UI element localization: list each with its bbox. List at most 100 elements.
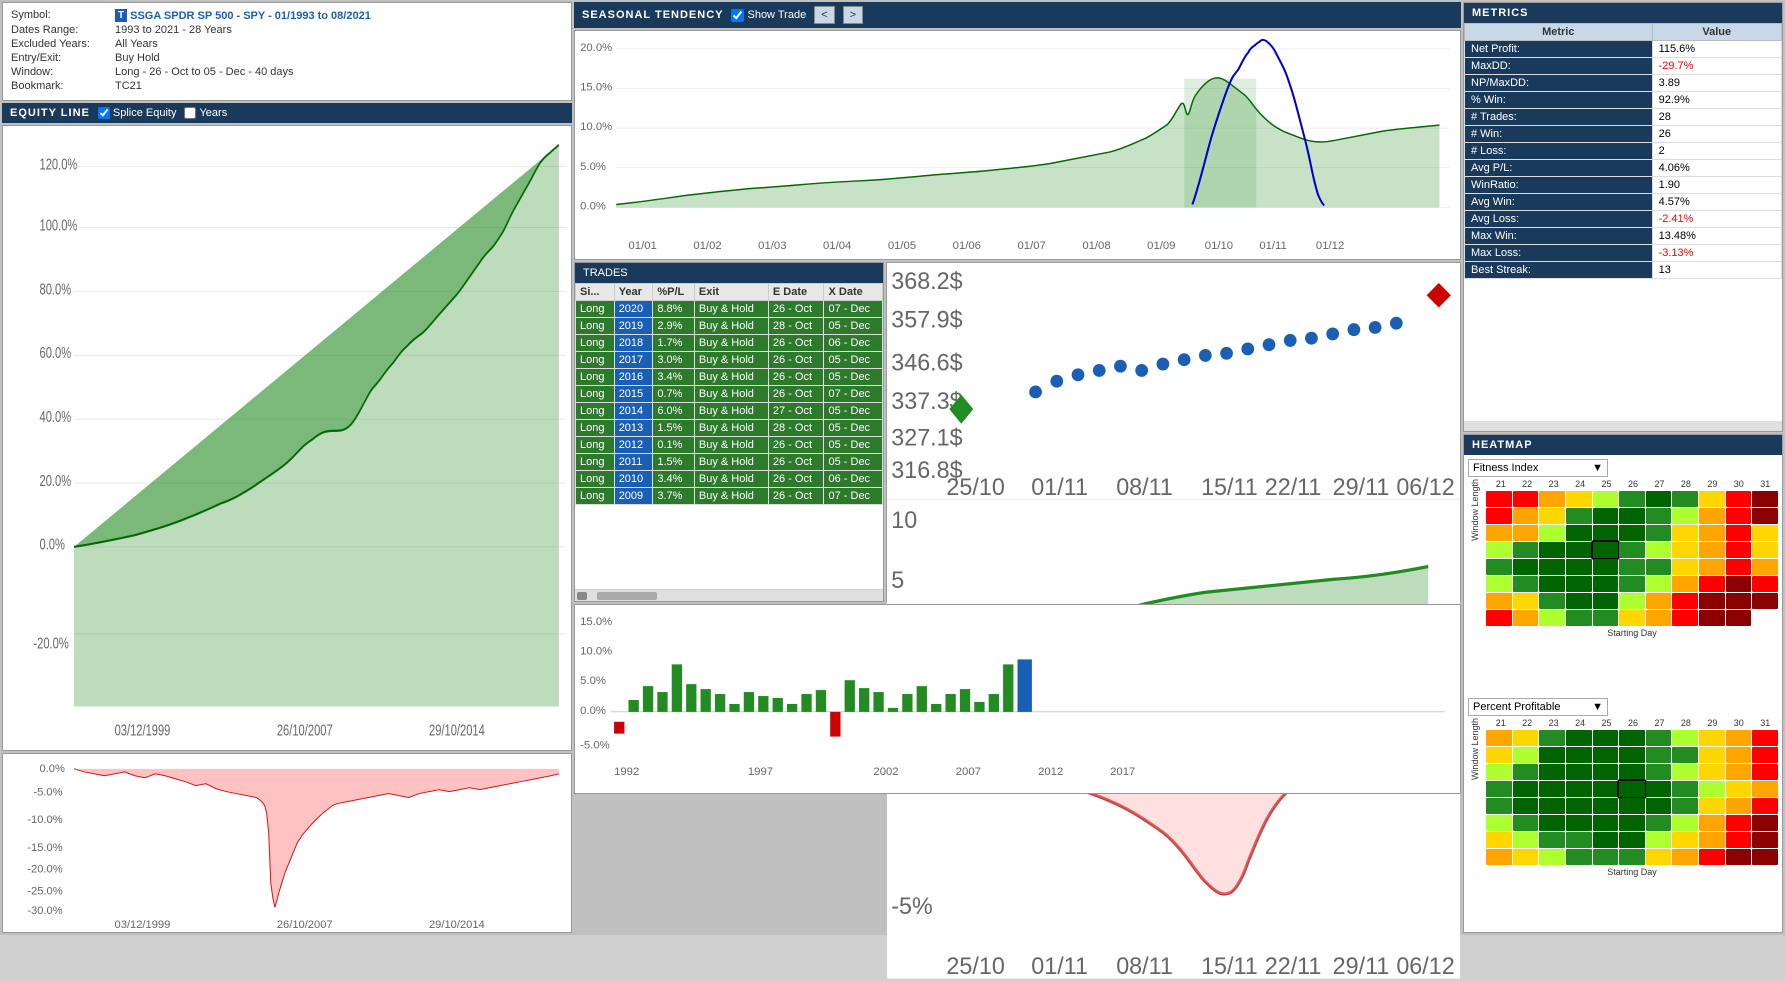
heatmap-cell[interactable] (1486, 798, 1512, 814)
heatmap-cell[interactable] (1752, 576, 1778, 592)
heatmap-cell[interactable] (1699, 730, 1725, 746)
heatmap-cell[interactable] (1726, 525, 1752, 541)
heatmap-cell[interactable] (1566, 798, 1592, 814)
heatmap-cell[interactable] (1593, 764, 1619, 780)
seasonal-next-button[interactable]: > (843, 6, 863, 24)
heatmap-cell[interactable] (1566, 525, 1592, 541)
heatmap-cell[interactable] (1566, 593, 1592, 609)
heatmap-cell[interactable] (1566, 849, 1592, 865)
heatmap-cell[interactable] (1539, 576, 1565, 592)
splice-equity-checkbox-label[interactable]: Splice Equity (98, 107, 177, 119)
heatmap-cell[interactable] (1539, 730, 1565, 746)
heatmap-cell[interactable] (1539, 849, 1565, 865)
table-row[interactable]: Long 2012 0.1% Buy & Hold 26 - Oct 05 - … (576, 437, 883, 454)
heatmap-cell[interactable] (1619, 610, 1645, 626)
heatmap-cell[interactable] (1699, 747, 1725, 763)
table-row[interactable]: Long 2018 1.7% Buy & Hold 26 - Oct 06 - … (576, 335, 883, 352)
heatmap-cell[interactable] (1619, 832, 1645, 848)
heatmap-dropdown-2[interactable]: Percent Profitable ▼ (1468, 698, 1608, 716)
heatmap-cell[interactable] (1566, 764, 1592, 780)
heatmap-cell[interactable] (1699, 559, 1725, 575)
heatmap-cell[interactable] (1752, 764, 1778, 780)
heatmap-cell[interactable] (1699, 576, 1725, 592)
table-row[interactable]: Long 2009 3.7% Buy & Hold 26 - Oct 07 - … (576, 488, 883, 505)
heatmap-cell[interactable] (1752, 849, 1778, 865)
heatmap-cell[interactable] (1619, 747, 1645, 763)
trades-scrollbar[interactable] (575, 589, 883, 601)
heatmap-cell[interactable] (1646, 849, 1672, 865)
heatmap-cell[interactable] (1566, 542, 1592, 558)
heatmap-cell[interactable] (1672, 491, 1698, 507)
heatmap-cell[interactable] (1752, 593, 1778, 609)
heatmap-cell[interactable] (1566, 491, 1592, 507)
heatmap-cell[interactable] (1619, 542, 1645, 558)
heatmap-cell[interactable] (1646, 832, 1672, 848)
heatmap-cell[interactable] (1566, 832, 1592, 848)
heatmap-cell[interactable] (1593, 542, 1619, 558)
heatmap-cell[interactable] (1513, 491, 1539, 507)
heatmap-cell[interactable] (1513, 832, 1539, 848)
heatmap-cell[interactable] (1726, 781, 1752, 797)
heatmap-cell[interactable] (1699, 508, 1725, 524)
heatmap-cell[interactable] (1646, 491, 1672, 507)
heatmap-cell[interactable] (1672, 781, 1698, 797)
heatmap-cell[interactable] (1699, 593, 1725, 609)
heatmap-cell[interactable] (1699, 798, 1725, 814)
heatmap-cell[interactable] (1486, 610, 1512, 626)
heatmap-cell[interactable] (1646, 559, 1672, 575)
heatmap-cell[interactable] (1619, 491, 1645, 507)
heatmap-cell[interactable] (1593, 593, 1619, 609)
heatmap-cell[interactable] (1699, 542, 1725, 558)
heatmap-cell[interactable] (1593, 781, 1619, 797)
heatmap-cell[interactable] (1752, 559, 1778, 575)
heatmap-cell[interactable] (1593, 610, 1619, 626)
heatmap-cell[interactable] (1699, 610, 1725, 626)
heatmap-cell[interactable] (1619, 849, 1645, 865)
table-row[interactable]: Long 2019 2.9% Buy & Hold 28 - Oct 05 - … (576, 318, 883, 335)
heatmap-cell[interactable] (1513, 730, 1539, 746)
heatmap-cell[interactable] (1752, 508, 1778, 524)
heatmap-cell[interactable] (1646, 815, 1672, 831)
heatmap-cell[interactable] (1486, 849, 1512, 865)
heatmap-cell[interactable] (1566, 559, 1592, 575)
heatmap-cell[interactable] (1726, 491, 1752, 507)
heatmap-cell[interactable] (1539, 593, 1565, 609)
heatmap-cell[interactable] (1539, 798, 1565, 814)
heatmap-cell[interactable] (1726, 764, 1752, 780)
heatmap-cell[interactable] (1513, 849, 1539, 865)
heatmap-cell[interactable] (1593, 491, 1619, 507)
heatmap-cell[interactable] (1699, 764, 1725, 780)
heatmap-cell[interactable] (1726, 849, 1752, 865)
heatmap-cell[interactable] (1513, 798, 1539, 814)
heatmap-cell[interactable] (1593, 849, 1619, 865)
years-checkbox[interactable] (184, 107, 196, 119)
heatmap-cell[interactable] (1619, 525, 1645, 541)
heatmap-cell[interactable] (1646, 764, 1672, 780)
table-row[interactable]: Long 2020 8.8% Buy & Hold 26 - Oct 07 - … (576, 301, 883, 318)
heatmap-cell[interactable] (1752, 525, 1778, 541)
heatmap-cell[interactable] (1752, 542, 1778, 558)
heatmap-cell[interactable] (1486, 576, 1512, 592)
heatmap-cell[interactable] (1699, 781, 1725, 797)
metrics-scrollbar[interactable] (1464, 421, 1782, 431)
heatmap-cell[interactable] (1752, 815, 1778, 831)
years-checkbox-label[interactable]: Years (184, 107, 227, 119)
heatmap-cell[interactable] (1486, 832, 1512, 848)
heatmap-cell[interactable] (1593, 576, 1619, 592)
heatmap-cell[interactable] (1593, 559, 1619, 575)
heatmap-cell[interactable] (1619, 764, 1645, 780)
heatmap-cell[interactable] (1513, 747, 1539, 763)
table-row[interactable]: Long 2013 1.5% Buy & Hold 28 - Oct 05 - … (576, 420, 883, 437)
heatmap-cell[interactable] (1699, 525, 1725, 541)
heatmap-cell[interactable] (1486, 542, 1512, 558)
heatmap-cell[interactable] (1593, 525, 1619, 541)
heatmap-cell[interactable] (1672, 849, 1698, 865)
heatmap-cell[interactable] (1539, 781, 1565, 797)
show-trade-checkbox[interactable] (731, 9, 744, 22)
heatmap-cell[interactable] (1726, 747, 1752, 763)
heatmap-cell[interactable] (1672, 593, 1698, 609)
heatmap-cell[interactable] (1513, 525, 1539, 541)
heatmap-cell[interactable] (1699, 491, 1725, 507)
heatmap-cell[interactable] (1672, 764, 1698, 780)
heatmap-cell[interactable] (1619, 593, 1645, 609)
